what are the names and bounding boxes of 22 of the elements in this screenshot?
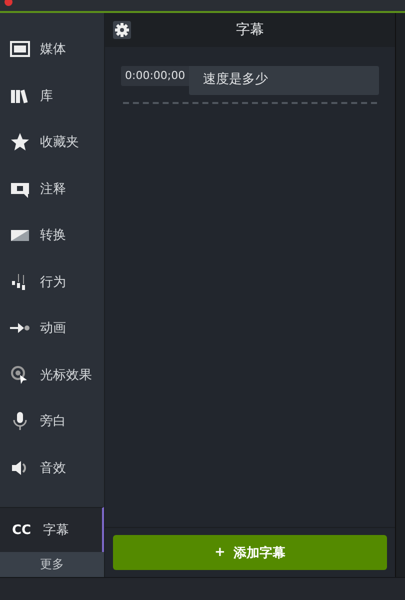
- sidebar-item[interactable]: 收藏夹: [0, 119, 104, 166]
- settings-icon: [115, 23, 129, 37]
- star-icon: [10, 132, 30, 152]
- sidebar-item[interactable]: 光标效果: [0, 352, 104, 398]
- sidebar-item[interactable]: 动画: [0, 305, 104, 352]
- settings-button[interactable]: [113, 21, 131, 39]
- sidebar-item[interactable]: 媒体: [0, 26, 104, 72]
- app-logo-icon: [4, 0, 13, 9]
- add-caption-button[interactable]: + 添加字幕: [113, 535, 387, 570]
- sidebar-item[interactable]: 注释: [0, 166, 104, 212]
- caption-time: 0:00:00;00: [121, 66, 190, 86]
- sidebar-item[interactable]: 旁白: [0, 398, 104, 444]
- captions-tab[interactable]: CC 字幕: [0, 507, 104, 552]
- sidebar-item[interactable]: 转换: [0, 212, 104, 258]
- sidebar-item[interactable]: 音效: [0, 444, 104, 491]
- caption-text[interactable]: 速度是多少: [189, 66, 379, 95]
- sidebar-item[interactable]: 行为: [0, 258, 104, 305]
- film-icon: [10, 39, 30, 60]
- more-button[interactable]: 更多: [0, 552, 104, 577]
- panel-title: 字幕: [236, 21, 264, 39]
- cc-icon: CC: [12, 522, 32, 538]
- sidebar-item[interactable]: 库: [0, 72, 104, 119]
